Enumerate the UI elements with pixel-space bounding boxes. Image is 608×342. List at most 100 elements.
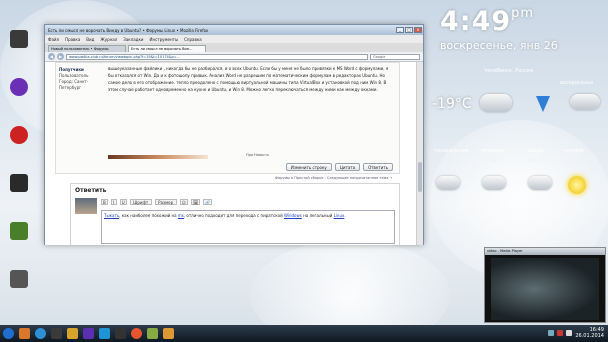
forecast-day: понедельник: [434, 148, 469, 154]
tray-date: 26.01.2014: [575, 333, 604, 339]
app-icon: [10, 222, 28, 240]
start-menu-icon[interactable]: [3, 328, 14, 339]
cloud-icon: [528, 176, 552, 190]
bold-button[interactable]: B: [101, 199, 108, 205]
quote-button[interactable]: Цитата: [334, 163, 361, 171]
forecast-temp: -19°/-23°: [526, 158, 545, 163]
close-button[interactable]: ×: [414, 27, 422, 33]
video-frame[interactable]: [491, 258, 599, 320]
desktop-icon[interactable]: [4, 222, 34, 262]
keyboard-layout-icon[interactable]: [557, 330, 564, 336]
font-select[interactable]: Шрифт: [129, 199, 152, 205]
reply-button[interactable]: Ответить: [363, 163, 393, 171]
avatar: [75, 198, 97, 214]
app-icon[interactable]: [115, 328, 126, 339]
firefox-icon[interactable]: [131, 328, 142, 339]
app-icon[interactable]: [147, 328, 158, 339]
cloud-icon: [436, 176, 460, 190]
volume-icon[interactable]: [566, 330, 573, 336]
signature-banner: Ник - изменить - • тема: [108, 155, 208, 171]
url-input[interactable]: www.pwlilia-club.ru/forum/viewtopic.php?…: [66, 53, 368, 60]
video-title: video - Media Player: [485, 248, 605, 255]
app-icon: [10, 30, 28, 48]
app-icon[interactable]: [99, 328, 110, 339]
navigation-bar: ◀ ▶ www.pwlilia-club.ru/forum/viewtopic.…: [45, 52, 423, 62]
minimize-button[interactable]: _: [396, 27, 404, 33]
page-content: Попутчики Пользователь Город: Санкт-Пете…: [45, 62, 417, 245]
scrollbar-thumb[interactable]: [418, 162, 422, 192]
clock-time: 4:49: [440, 6, 512, 37]
forum-post: Попутчики Пользователь Город: Санкт-Пете…: [55, 62, 400, 174]
editor-link[interactable]: Linux: [334, 213, 345, 218]
editor-link[interactable]: Тыкать: [104, 213, 119, 218]
app-icon: [10, 78, 28, 96]
author-city: Город: Санкт-Петербург: [59, 79, 89, 90]
editor-text: .: [344, 213, 346, 218]
reply-editor[interactable]: Тыкать, как наиболее похожий на ms, отли…: [101, 210, 395, 244]
tab-bar: Новый пользователь • Форумы Есть ли смыс…: [45, 43, 423, 52]
editor-toolbar: B I U Шрифт Размер ☺ 🖼 🔗: [101, 198, 212, 206]
italic-button[interactable]: I: [110, 199, 117, 205]
desktop-icon[interactable]: [4, 30, 34, 70]
desktop-icon[interactable]: [4, 78, 34, 118]
menu-view[interactable]: Вид: [86, 37, 94, 42]
folder-icon[interactable]: [67, 328, 78, 339]
clock-suffix: pm: [511, 6, 535, 21]
sun-icon: [568, 176, 586, 194]
reply-heading: Ответить: [75, 187, 107, 194]
cloud-icon: [480, 94, 512, 112]
author-name[interactable]: Попутчики: [59, 67, 84, 72]
smiley-icon[interactable]: ☺: [179, 199, 188, 205]
cloud-icon: [570, 94, 600, 110]
system-tray: 16:49 26.01.2014: [548, 327, 604, 339]
menu-tools[interactable]: Инструменты: [149, 37, 178, 42]
terminal-icon[interactable]: [51, 328, 62, 339]
tray-clock[interactable]: 16:49 26.01.2014: [575, 327, 604, 339]
forecast-day: среда: [528, 148, 544, 154]
forecast-temp: -17°/-20°: [564, 158, 583, 163]
image-icon[interactable]: 🖼: [190, 199, 200, 205]
title-bar[interactable]: Есть ли смысл не ворочать Винду в Ubuntu…: [45, 25, 423, 35]
edit-button[interactable]: Изменить строку: [285, 163, 332, 171]
forward-button[interactable]: ▶: [57, 53, 64, 60]
post-text: вышеуказанные файлики , никогда бы не ра…: [108, 66, 389, 92]
desktop-icon[interactable]: [4, 270, 34, 310]
signature-link[interactable]: Про Новость: [246, 153, 269, 157]
network-icon[interactable]: [548, 330, 555, 336]
maximize-button[interactable]: □: [405, 27, 413, 33]
forecast-temp: -21°/-28°: [480, 158, 499, 163]
vlc-icon[interactable]: [163, 328, 174, 339]
menu-history[interactable]: Журнал: [100, 37, 117, 42]
app-icon: [10, 174, 28, 192]
editor-link[interactable]: Windows: [284, 213, 302, 218]
back-button[interactable]: ◀: [48, 53, 55, 60]
app-icon: [10, 270, 28, 288]
tab-first[interactable]: Новый пользователь • Форумы: [48, 45, 126, 52]
forecast-temp: -22°/-29°: [434, 158, 453, 163]
menu-help[interactable]: Справка: [184, 37, 202, 42]
media-icon[interactable]: [83, 328, 94, 339]
taskbar: [0, 325, 608, 342]
tab-active[interactable]: Есть ли смысл не ворочать Вин...: [128, 45, 206, 52]
browser-icon[interactable]: [35, 328, 46, 339]
search-input[interactable]: Google: [370, 53, 420, 60]
forum-navigation[interactable]: Форумы о Простой сборке : Следующее непр…: [275, 176, 392, 180]
desktop-icon[interactable]: [4, 174, 34, 214]
editor-text: , отлично подходит для перехода с пиратс…: [183, 213, 284, 218]
menu-file[interactable]: Файл: [48, 37, 59, 42]
desktop-icon[interactable]: [4, 126, 34, 166]
video-window[interactable]: video - Media Player: [484, 247, 606, 323]
size-select[interactable]: Размер: [154, 199, 177, 205]
menu-edit[interactable]: Правка: [65, 37, 80, 42]
forecast-day: вторник: [482, 148, 504, 154]
files-icon[interactable]: [19, 328, 30, 339]
weather-today: воскресенье: [560, 80, 594, 86]
underline-button[interactable]: U: [119, 199, 127, 205]
cloud-icon: [482, 176, 506, 190]
weather-city: Челябинск, Россия: [484, 68, 534, 74]
scrollbar[interactable]: [416, 62, 423, 245]
menu-bookmarks[interactable]: Закладки: [123, 37, 143, 42]
link-icon[interactable]: 🔗: [202, 199, 212, 205]
clock-widget: 4:49pm воскресенье, янв 26: [440, 6, 558, 52]
signature-text: Ник - изменить - • тема: [111, 167, 149, 171]
